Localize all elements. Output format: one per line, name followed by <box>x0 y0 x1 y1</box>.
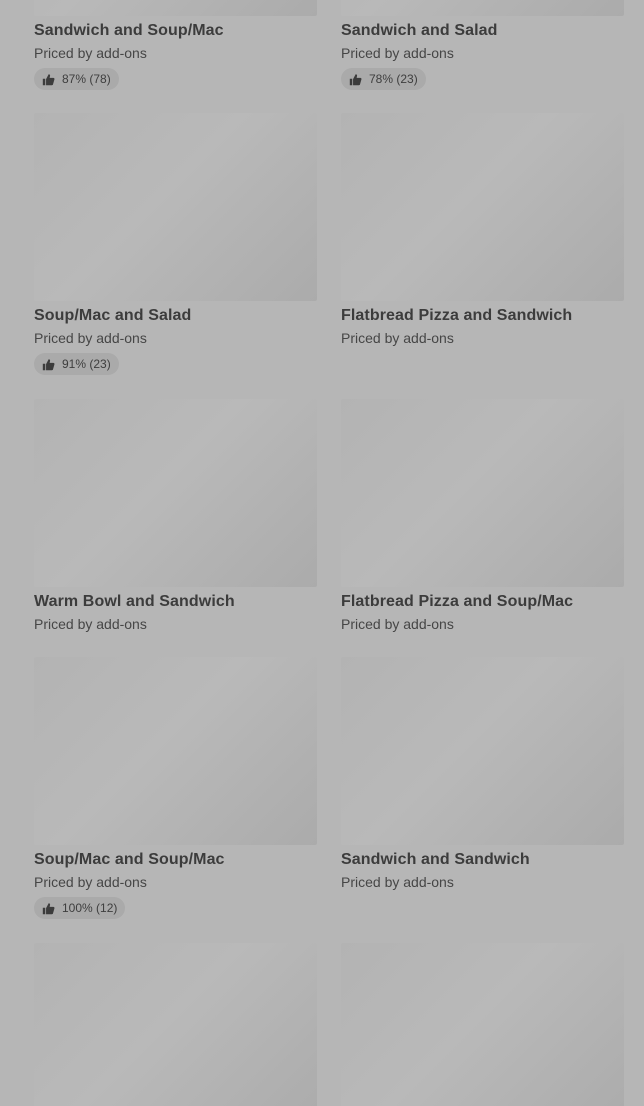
item-subtitle: Priced by add-ons <box>341 330 454 346</box>
item-name: Sandwich and Salad <box>341 22 498 39</box>
item-image-placeholder <box>341 0 624 16</box>
item-image-placeholder <box>34 0 317 16</box>
item-image-placeholder <box>34 657 317 845</box>
menu-item-card[interactable] <box>341 943 624 1106</box>
item-subtitle: Priced by add-ons <box>34 874 147 890</box>
item-image-placeholder <box>341 113 624 301</box>
rating-badge: 87% (78) <box>34 68 119 90</box>
item-subtitle: Priced by add-ons <box>34 45 147 61</box>
rating-text: 100% (12) <box>62 901 118 915</box>
rating-text: 91% (23) <box>62 357 111 371</box>
rating-text: 78% (23) <box>369 72 418 86</box>
rating-badge: 91% (23) <box>34 353 119 375</box>
menu-item-card[interactable]: Sandwich and Salad Priced by add-ons 78%… <box>341 0 624 91</box>
item-name: Warm Bowl and Sandwich <box>34 593 235 610</box>
card-body: Flatbread Pizza and Soup/Mac Priced by a… <box>341 587 624 634</box>
item-image-placeholder <box>34 399 317 587</box>
card-body: Warm Bowl and Sandwich Priced by add-ons <box>34 587 317 634</box>
item-image-placeholder <box>341 943 624 1106</box>
rating-text: 87% (78) <box>62 72 111 86</box>
item-subtitle: Priced by add-ons <box>341 874 454 890</box>
thumbs-up-icon <box>42 358 55 371</box>
thumbs-up-icon <box>42 73 55 86</box>
menu-item-card[interactable]: Soup/Mac and Salad Priced by add-ons 91%… <box>34 113 317 376</box>
card-body: Sandwich and Sandwich Priced by add-ons <box>341 845 624 892</box>
rating-badge: 78% (23) <box>341 68 426 90</box>
menu-item-card[interactable]: Soup/Mac and Soup/Mac Priced by add-ons … <box>34 657 317 920</box>
item-subtitle: Priced by add-ons <box>34 330 147 346</box>
rating-badge: 100% (12) <box>34 897 126 919</box>
card-body: Soup/Mac and Soup/Mac Priced by add-ons … <box>34 845 317 920</box>
item-subtitle: Priced by add-ons <box>341 45 454 61</box>
item-subtitle: Priced by add-ons <box>341 616 454 632</box>
item-name: Soup/Mac and Soup/Mac <box>34 851 225 868</box>
item-name: Sandwich and Soup/Mac <box>34 22 224 39</box>
item-image-placeholder <box>34 113 317 301</box>
card-body: Flatbread Pizza and Sandwich Priced by a… <box>341 301 624 348</box>
menu-item-grid: Sandwich and Soup/Mac Priced by add-ons … <box>0 0 644 1106</box>
item-name: Sandwich and Sandwich <box>341 851 530 868</box>
item-name: Flatbread Pizza and Sandwich <box>341 307 573 324</box>
thumbs-up-icon <box>349 73 362 86</box>
item-name: Flatbread Pizza and Soup/Mac <box>341 593 574 610</box>
card-body: Sandwich and Soup/Mac Priced by add-ons … <box>34 16 317 91</box>
menu-item-card[interactable]: Sandwich and Soup/Mac Priced by add-ons … <box>34 0 317 91</box>
menu-item-card[interactable]: Warm Bowl and Sandwich Priced by add-ons <box>34 399 317 634</box>
item-name: Soup/Mac and Salad <box>34 307 192 324</box>
item-image-placeholder <box>341 657 624 845</box>
menu-item-card[interactable]: Flatbread Pizza and Soup/Mac Priced by a… <box>341 399 624 634</box>
item-image-placeholder <box>341 399 624 587</box>
card-body: Sandwich and Salad Priced by add-ons 78%… <box>341 16 624 91</box>
menu-item-card[interactable] <box>34 943 317 1106</box>
item-subtitle: Priced by add-ons <box>34 616 147 632</box>
card-body: Soup/Mac and Salad Priced by add-ons 91%… <box>34 301 317 376</box>
item-image-placeholder <box>34 943 317 1106</box>
thumbs-up-icon <box>42 902 55 915</box>
menu-item-card[interactable]: Sandwich and Sandwich Priced by add-ons <box>341 657 624 892</box>
menu-item-card[interactable]: Flatbread Pizza and Sandwich Priced by a… <box>341 113 624 348</box>
